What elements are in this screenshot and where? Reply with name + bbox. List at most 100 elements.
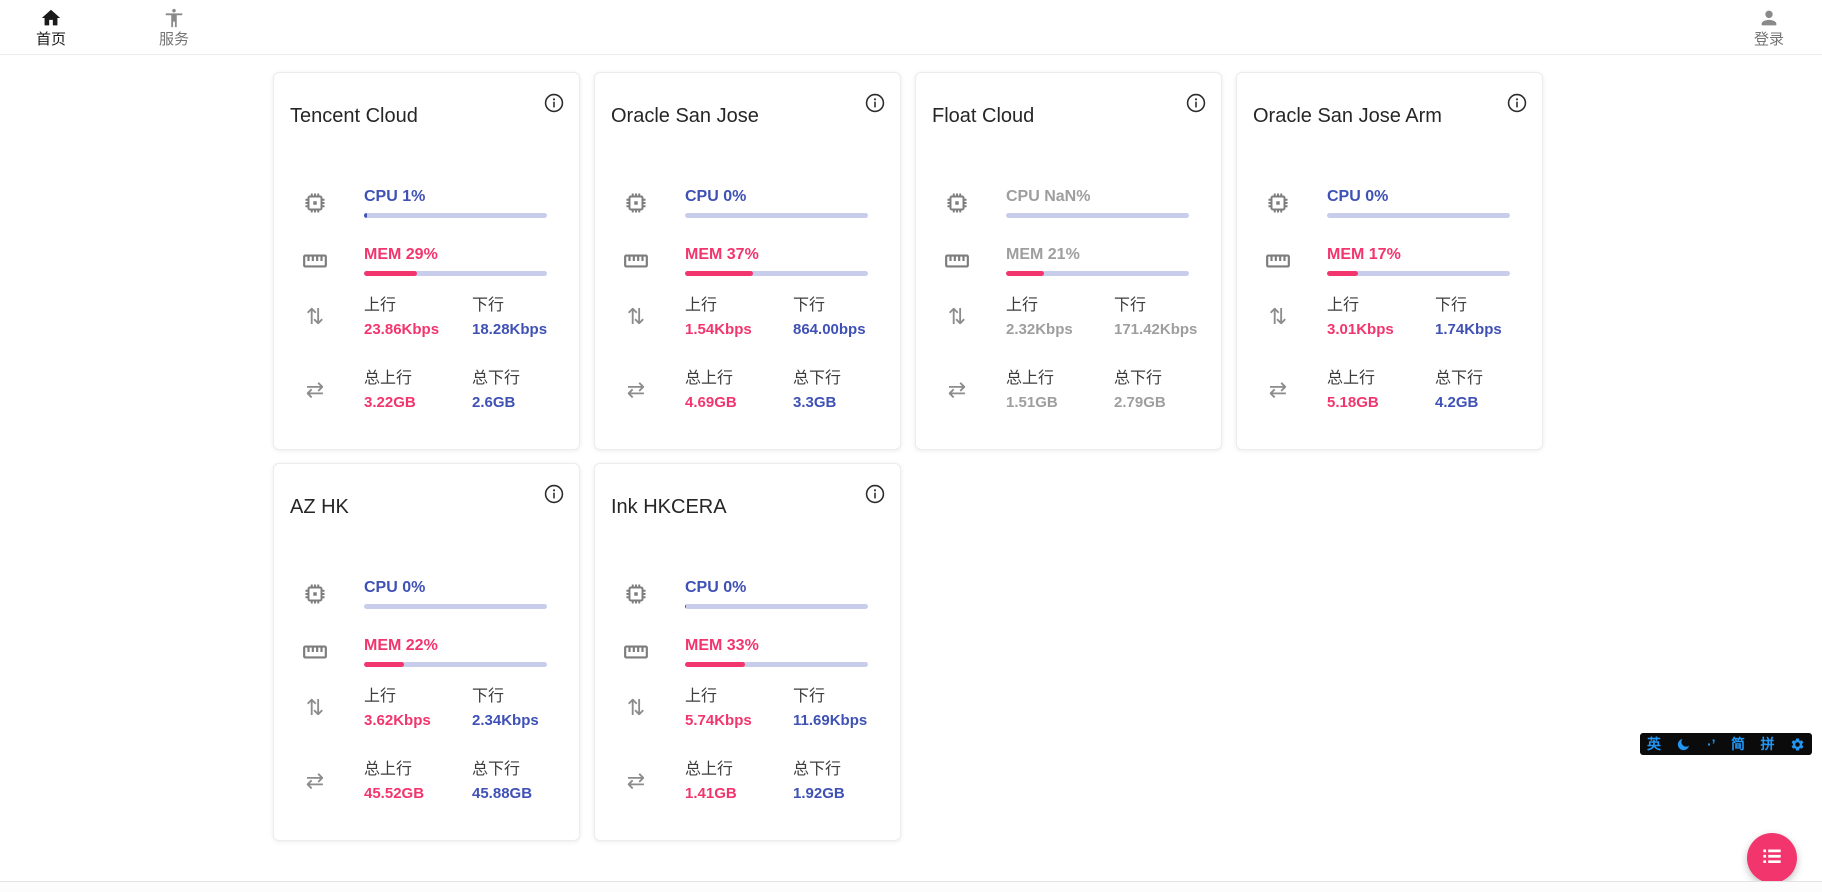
info-icon[interactable] [543,483,565,505]
leftright-arrows-icon: ⇄ [302,380,328,402]
total-download: 总下行 45.88GB [472,760,532,803]
upload-speed: 上行 3.01Kbps [1327,296,1435,339]
updown-arrows-icon: ⇅ [302,698,328,720]
card-header: Ink HKCERA [595,464,900,518]
total-upload-value: 1.51GB [1006,394,1114,412]
total-upload-value: 3.22GB [364,394,472,412]
download-speed: 下行 864.00bps [793,296,866,339]
ime-pinyin-toggle[interactable]: 拼 [1761,733,1775,755]
total-upload: 总上行 1.51GB [1006,369,1114,412]
nav-item-home[interactable]: 首页 [36,7,66,49]
total-download-label: 总下行 [1114,369,1166,389]
mem-row: MEM 17% [1237,245,1542,276]
info-icon[interactable] [1185,92,1207,114]
download-label: 下行 [472,296,547,316]
nav-item-services[interactable]: 服务 [159,7,189,49]
mem-progress-fill [1006,271,1044,276]
download-value: 11.69Kbps [793,712,867,730]
leftright-arrows-icon: ⇄ [1265,380,1291,402]
total-upload: 总上行 3.22GB [364,369,472,412]
leftright-arrows-icon: ⇄ [623,380,649,402]
info-icon[interactable] [864,483,886,505]
info-icon[interactable] [864,92,886,114]
updown-arrows-icon: ⇅ [623,307,649,329]
ruler-icon [623,248,649,274]
person-icon [1758,7,1780,29]
cpu-progressbar [364,604,547,609]
info-icon[interactable] [543,92,565,114]
upload-speed: 上行 2.32Kbps [1006,296,1114,339]
upload-label: 上行 [1327,296,1435,316]
card-header: Float Cloud [916,73,1221,127]
net-speed-row: ⇅ 上行 2.32Kbps 下行 171.42Kbps [916,296,1221,339]
download-label: 下行 [793,687,867,707]
total-download-value: 2.79GB [1114,394,1166,412]
total-download-label: 总下行 [793,369,841,389]
upload-value: 2.32Kbps [1006,321,1114,339]
total-download-label: 总下行 [1435,369,1483,389]
cpu-progress-fill [685,604,686,609]
cpu-value: CPU 0% [1327,187,1510,207]
total-upload-label: 总上行 [1006,369,1114,389]
info-icon[interactable] [1506,92,1528,114]
total-upload: 总上行 4.69GB [685,369,793,412]
total-upload-label: 总上行 [685,369,793,389]
total-upload-value: 1.41GB [685,785,793,803]
upload-value: 1.54Kbps [685,321,793,339]
mem-progressbar [364,271,547,276]
cpu-metric: CPU 1% [364,187,547,218]
download-label: 下行 [1435,296,1502,316]
cpu-value: CPU 0% [685,187,868,207]
mem-progress-fill [364,271,417,276]
total-upload-value: 5.18GB [1327,394,1435,412]
nav-home-label: 首页 [36,31,66,49]
list-icon [1759,843,1785,874]
total-download-value: 3.3GB [793,394,841,412]
cards-grid: Tencent Cloud CPU [273,72,1559,841]
net-speed-row: ⇅ 上行 3.01Kbps 下行 1.74Kbps [1237,296,1542,339]
ime-simplified-toggle[interactable]: 简 [1731,733,1745,755]
net-speed-row: ⇅ 上行 23.86Kbps 下行 18.28Kbps [274,296,579,339]
gear-icon[interactable] [1790,737,1805,752]
total-download: 总下行 4.2GB [1435,369,1483,412]
cpu-progressbar [1327,213,1510,218]
mem-metric: MEM 33% [685,636,868,667]
mem-row: MEM 29% [274,245,579,276]
nav-item-login[interactable]: 登录 [1754,7,1784,49]
total-upload-label: 总上行 [1327,369,1435,389]
ruler-icon [302,639,328,665]
ime-language-toggle[interactable]: 英 [1647,733,1661,755]
ime-punctuation-toggle[interactable]: ·’ [1707,733,1716,755]
cpu-metric: CPU 0% [685,187,868,218]
mem-progressbar [685,662,868,667]
cpu-value: CPU NaN% [1006,187,1189,207]
mem-value: MEM 22% [364,636,547,656]
mem-value: MEM 37% [685,245,868,265]
mem-metric: MEM 21% [1006,245,1189,276]
net-speed-row: ⇅ 上行 1.54Kbps 下行 864.00bps [595,296,900,339]
server-list-fab[interactable] [1747,833,1797,883]
net-total-row: ⇄ 总上行 4.69GB 总下行 3.3GB [595,369,900,412]
download-label: 下行 [793,296,866,316]
total-upload-value: 45.52GB [364,785,472,803]
upload-speed: 上行 1.54Kbps [685,296,793,339]
cpu-chip-icon [302,190,328,216]
total-upload-label: 总上行 [364,760,472,780]
upload-value: 5.74Kbps [685,712,793,730]
cpu-progressbar [685,213,868,218]
download-speed: 下行 1.74Kbps [1435,296,1502,339]
net-total-row: ⇄ 总上行 45.52GB 总下行 45.88GB [274,760,579,803]
footer-divider [0,881,1822,892]
cpu-metric: CPU 0% [364,578,547,609]
ruler-icon [623,639,649,665]
total-upload: 总上行 5.18GB [1327,369,1435,412]
cpu-progressbar [685,604,868,609]
total-download: 总下行 3.3GB [793,369,841,412]
upload-label: 上行 [685,687,793,707]
moon-icon[interactable] [1676,737,1691,752]
total-upload-label: 总上行 [685,760,793,780]
download-value: 2.34Kbps [472,712,539,730]
download-value: 18.28Kbps [472,321,547,339]
mem-progressbar [364,662,547,667]
updown-arrows-icon: ⇅ [623,698,649,720]
